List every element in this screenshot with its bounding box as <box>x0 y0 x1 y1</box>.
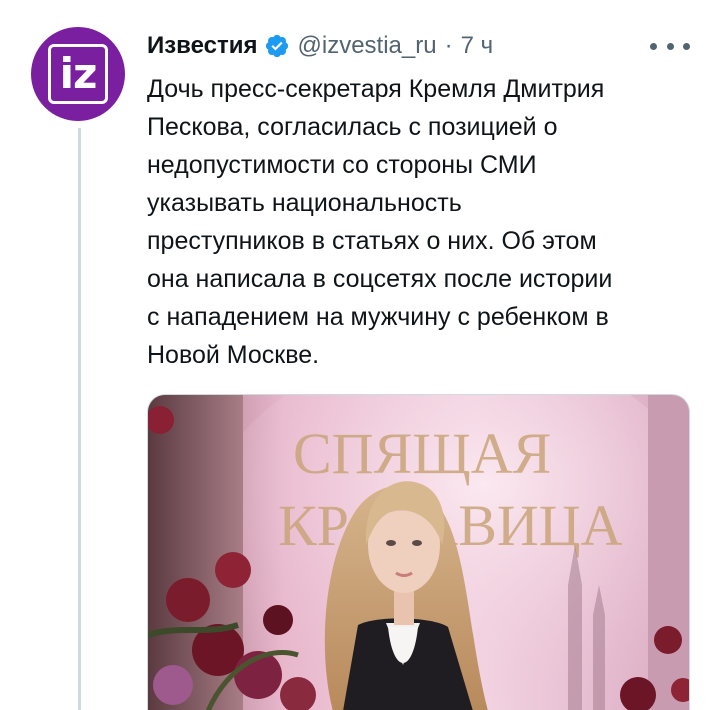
verified-badge-icon <box>264 33 290 59</box>
separator-dot: · <box>444 32 453 59</box>
timestamp[interactable]: 7 ч <box>461 32 494 60</box>
tweet-header: Известия @izvestia_ru · 7 ч <box>147 30 493 62</box>
photo-illustration: СПЯЩАЯ КРАСАВИЦА <box>148 395 689 710</box>
tweet-photo[interactable]: СПЯЩАЯ КРАСАВИЦА <box>147 394 690 710</box>
more-dot <box>666 42 674 50</box>
account-handle[interactable]: @izvestia_ru <box>298 32 437 60</box>
tweet[interactable]: iz Известия @izvestia_ru · 7 ч Дочь прес… <box>0 0 720 710</box>
thread-line <box>78 128 81 710</box>
avatar-logo-text: iz <box>59 49 98 98</box>
more-options-icon[interactable] <box>650 36 690 56</box>
display-name[interactable]: Известия <box>147 32 258 60</box>
tweet-text: Дочь пресс-секретаря Кремля Дмитрия Песк… <box>147 75 613 369</box>
more-dot <box>683 42 690 50</box>
more-dot <box>650 42 657 50</box>
avatar[interactable]: iz <box>31 27 125 121</box>
izvestia-logo: iz <box>48 44 108 104</box>
sign-line-1: СПЯЩАЯ <box>293 421 551 486</box>
